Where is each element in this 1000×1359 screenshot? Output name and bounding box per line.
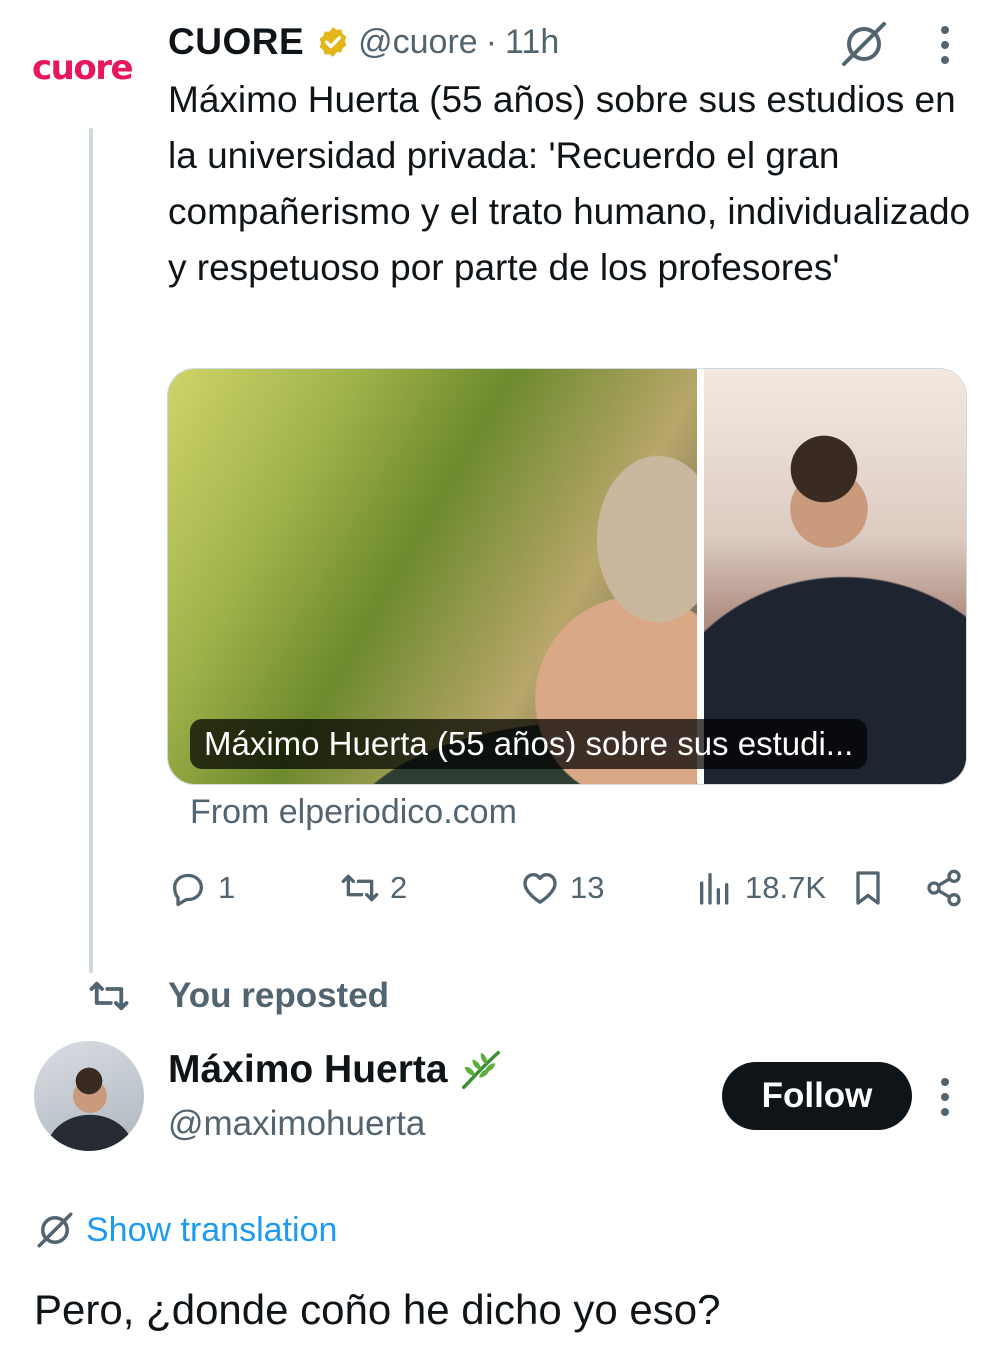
reply-icon (173, 873, 203, 907)
reply-button[interactable]: 1 (168, 860, 235, 916)
share-button[interactable] (924, 860, 964, 916)
show-translation-button[interactable]: Show translation (34, 1205, 337, 1255)
leaf-icon (461, 1051, 500, 1089)
avatar[interactable] (34, 1041, 144, 1151)
tweet-header: CUORE @cuore · 11h (168, 18, 559, 66)
cuore-logo[interactable]: cuore (32, 48, 134, 88)
bookmark-icon (856, 871, 880, 905)
heart-icon (523, 873, 557, 904)
views-count: 18.7K (745, 870, 827, 905)
views-button[interactable]: 18.7K (695, 860, 826, 916)
like-button[interactable]: 13 (520, 860, 604, 916)
follow-button[interactable]: Follow (722, 1062, 912, 1130)
separator-dot: · (485, 22, 498, 61)
repost-button[interactable]: 2 (340, 860, 407, 916)
repost-icon (89, 981, 129, 1011)
views-icon (700, 873, 729, 905)
reply-text: Pero, ¿donde coño he dicho yo eso? (34, 1286, 721, 1333)
tweet-text: Máximo Huerta (55 años) sobre sus estudi… (168, 79, 971, 288)
grok-icon[interactable] (838, 18, 890, 70)
author-name[interactable]: CUORE (168, 21, 304, 63)
user-handle[interactable]: @maximohuerta (168, 1104, 425, 1144)
author-handle[interactable]: @cuore (358, 23, 478, 62)
more-vertical-icon[interactable] (927, 1073, 963, 1121)
user-name[interactable]: Máximo Huerta (168, 1048, 448, 1092)
translate-icon (37, 1212, 73, 1248)
link-card[interactable]: Máximo Huerta (55 años) sobre sus estudi… (167, 368, 967, 785)
card-source[interactable]: From elperiodico.com (190, 793, 517, 832)
action-bar: 1 2 13 18.7K (168, 860, 968, 916)
thread-line (89, 128, 93, 973)
show-translation-label: Show translation (86, 1210, 338, 1249)
repost-banner: You reposted (88, 974, 389, 1018)
tweet-time[interactable]: 11h (505, 23, 559, 62)
like-count: 13 (570, 870, 605, 905)
repost-count: 2 (390, 870, 408, 905)
reply-count: 1 (218, 870, 236, 905)
repost-label[interactable]: You reposted (168, 976, 389, 1016)
verified-badge-icon (319, 27, 347, 57)
bookmark-button[interactable] (848, 860, 888, 916)
more-vertical-icon[interactable] (925, 20, 965, 70)
user-name-row: Máximo Huerta (168, 1043, 504, 1097)
share-icon (927, 869, 961, 907)
card-caption: Máximo Huerta (55 años) sobre sus estudi… (190, 719, 868, 769)
repost-icon (341, 874, 379, 902)
